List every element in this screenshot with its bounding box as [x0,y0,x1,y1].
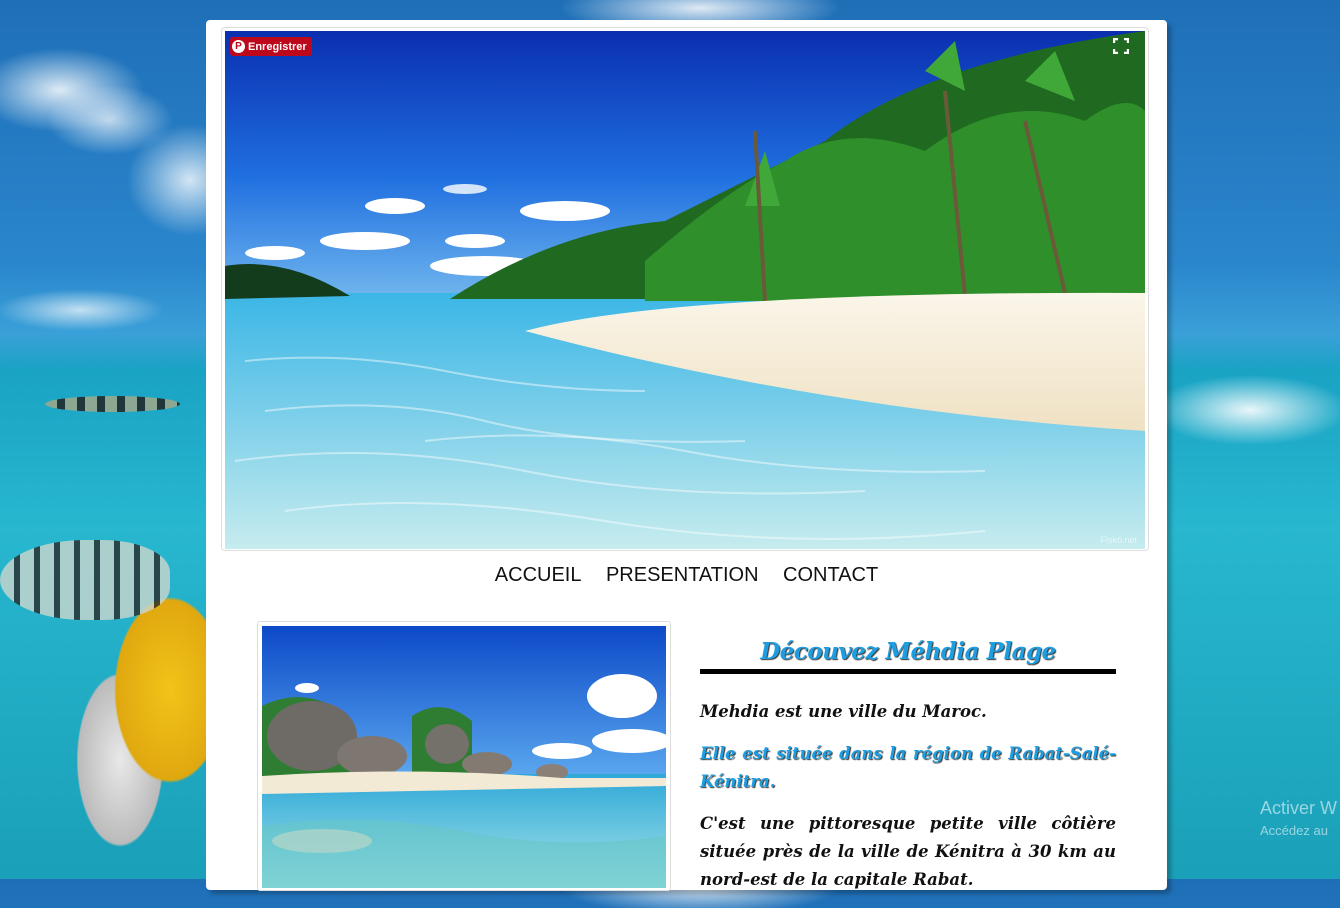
image-watermark: Fiskó.net [1100,535,1137,545]
nav-link-contact[interactable]: CONTACT [783,564,878,587]
main-nav: ACCUEIL PRESENTATION CONTACT [206,564,1167,587]
title-divider [700,669,1116,674]
paragraph-2: Elle est située dans la région de Rabat-… [700,744,1116,791]
background-fish-small [45,396,180,412]
secondary-image-frame [257,621,671,891]
intro-content: Découvez Méhdia Plage Mehdia est une vil… [700,638,1116,908]
paragraph-3: C'est une pittoresque petite ville côtiè… [700,814,1116,889]
activation-line-1: Activer W [1260,798,1338,818]
rocks-beach-illustration [262,626,666,888]
nav-link-presentation[interactable]: PRESENTATION [606,564,759,587]
pinterest-icon: P [232,40,245,53]
hero-beach-image: P Enregistrer Fiskó.net [225,31,1145,549]
windows-activation-watermark: Activer W Accédez au [1260,798,1337,838]
fullscreen-icon[interactable] [1113,38,1129,54]
page-title: Découvez Méhdia Plage [760,638,1056,665]
nav-link-accueil[interactable]: ACCUEIL [495,564,582,587]
tropical-rocks-image [262,626,666,888]
background-fish-striped [0,540,170,620]
beach-scene-illustration [225,31,1145,549]
pinterest-save-button[interactable]: P Enregistrer [230,37,312,56]
pinterest-save-label: Enregistrer [248,40,307,53]
page-container: P Enregistrer Fiskó.net ACCUEIL PRESENTA… [206,20,1167,891]
paragraph-1: Mehdia est une ville du Maroc. [700,702,987,721]
activation-line-2: Accédez au [1260,823,1328,838]
hero-image-frame: P Enregistrer Fiskó.net [221,27,1149,551]
